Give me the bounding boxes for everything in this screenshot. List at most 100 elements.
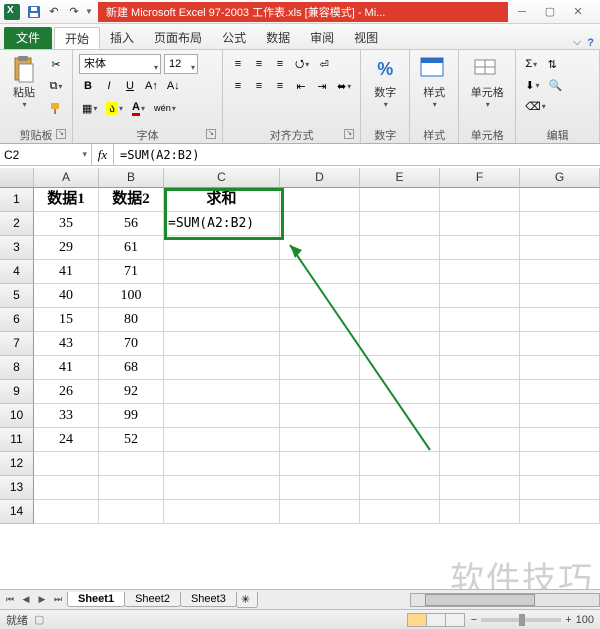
wrap-text-icon[interactable]: ⏎ [315, 54, 333, 74]
cell[interactable] [360, 356, 440, 380]
cell[interactable] [280, 476, 360, 500]
align-middle-icon[interactable]: ≡ [250, 54, 268, 74]
autosum-icon[interactable]: Σ▾ [522, 54, 540, 74]
increase-indent-icon[interactable]: ⇥ [313, 76, 331, 96]
styles-button[interactable]: 样式▾ [414, 52, 454, 127]
cell[interactable] [280, 212, 360, 236]
bold-button[interactable]: B [79, 76, 97, 96]
merge-center-icon[interactable]: ⬌▾ [334, 76, 354, 96]
cell[interactable] [520, 236, 600, 260]
cell[interactable] [164, 476, 280, 500]
fx-icon[interactable]: fx [92, 144, 114, 165]
cell[interactable] [164, 356, 280, 380]
cell[interactable] [280, 260, 360, 284]
cell[interactable] [520, 308, 600, 332]
font-size-select[interactable]: 12▾ [164, 54, 198, 74]
align-left-icon[interactable]: ≡ [229, 76, 247, 96]
prev-sheet-icon[interactable]: ◀ [18, 594, 34, 605]
row-header[interactable]: 2 [0, 212, 34, 236]
row-header[interactable]: 5 [0, 284, 34, 308]
align-bottom-icon[interactable]: ≡ [271, 54, 289, 74]
macro-record-icon[interactable]: ▢ [34, 613, 44, 626]
select-all-corner[interactable] [0, 168, 34, 188]
name-box[interactable]: C2▾ [0, 144, 92, 165]
sheet-tab-2[interactable]: Sheet2 [124, 592, 181, 607]
cell[interactable] [360, 188, 440, 212]
cell[interactable] [280, 452, 360, 476]
cell[interactable]: 15 [34, 308, 99, 332]
zoom-level[interactable]: 100 [576, 614, 594, 626]
decrease-indent-icon[interactable]: ⇤ [292, 76, 310, 96]
cell[interactable] [164, 380, 280, 404]
cell[interactable] [440, 356, 520, 380]
cell[interactable] [520, 284, 600, 308]
worksheet-grid[interactable]: A B C D E F G 1数据1数据2求和23556=SUM(A2:B2)3… [0, 168, 600, 589]
tab-view[interactable]: 视图 [344, 27, 388, 49]
tab-formulas[interactable]: 公式 [212, 27, 256, 49]
fill-color-icon[interactable]: ა▾ [103, 98, 126, 118]
cell[interactable] [280, 428, 360, 452]
cell[interactable]: 71 [99, 260, 164, 284]
cell[interactable] [360, 500, 440, 524]
cell[interactable] [280, 308, 360, 332]
col-header-d[interactable]: D [280, 168, 360, 188]
cell[interactable]: 40 [34, 284, 99, 308]
cell[interactable]: 24 [34, 428, 99, 452]
last-sheet-icon[interactable]: ⏭ [50, 594, 66, 605]
cell[interactable] [520, 356, 600, 380]
cell[interactable]: 70 [99, 332, 164, 356]
italic-button[interactable]: I [100, 76, 118, 96]
cell[interactable] [520, 404, 600, 428]
row-header[interactable]: 14 [0, 500, 34, 524]
cell[interactable] [440, 452, 520, 476]
row-header[interactable]: 7 [0, 332, 34, 356]
cell[interactable] [164, 236, 280, 260]
cell[interactable] [520, 452, 600, 476]
cell[interactable] [440, 188, 520, 212]
restore-icon[interactable]: ▢ [540, 4, 560, 20]
cut-icon[interactable]: ✂ [46, 54, 66, 74]
first-sheet-icon[interactable]: ⏮ [2, 594, 18, 605]
number-format-button[interactable]: %数字▾ [365, 52, 405, 127]
borders-icon[interactable]: ▦▾ [79, 98, 100, 118]
cell[interactable] [440, 380, 520, 404]
tab-data[interactable]: 数据 [256, 27, 300, 49]
formula-input[interactable]: =SUM(A2:B2) [114, 144, 600, 165]
cell[interactable] [34, 500, 99, 524]
cell[interactable]: 29 [34, 236, 99, 260]
cell[interactable] [440, 212, 520, 236]
cell[interactable] [360, 476, 440, 500]
row-header[interactable]: 1 [0, 188, 34, 212]
cell[interactable]: 43 [34, 332, 99, 356]
cell[interactable] [164, 332, 280, 356]
cell[interactable] [520, 428, 600, 452]
cell[interactable]: 52 [99, 428, 164, 452]
cell[interactable] [520, 260, 600, 284]
minimize-icon[interactable]: ─ [512, 4, 532, 20]
cell[interactable] [164, 404, 280, 428]
font-launcher-icon[interactable]: ↘ [206, 129, 216, 139]
row-header[interactable]: 10 [0, 404, 34, 428]
close-icon[interactable]: ✕ [568, 4, 588, 20]
cell[interactable] [164, 428, 280, 452]
cell[interactable] [360, 212, 440, 236]
tab-page-layout[interactable]: 页面布局 [144, 27, 212, 49]
cell[interactable] [164, 284, 280, 308]
font-color-icon[interactable]: A▾ [129, 98, 148, 118]
format-painter-icon[interactable] [46, 98, 66, 118]
tab-insert[interactable]: 插入 [100, 27, 144, 49]
cell[interactable]: 35 [34, 212, 99, 236]
cell[interactable] [280, 236, 360, 260]
cell[interactable] [520, 188, 600, 212]
tab-review[interactable]: 审阅 [300, 27, 344, 49]
cell[interactable]: =SUM(A2:B2) [164, 212, 280, 236]
page-layout-view-icon[interactable] [426, 613, 446, 627]
cell[interactable] [99, 500, 164, 524]
zoom-slider[interactable] [481, 618, 561, 622]
cell[interactable] [360, 428, 440, 452]
insert-sheet-icon[interactable]: ✳ [236, 592, 258, 608]
cell[interactable] [440, 476, 520, 500]
cell[interactable] [34, 476, 99, 500]
row-header[interactable]: 13 [0, 476, 34, 500]
cell[interactable] [440, 428, 520, 452]
